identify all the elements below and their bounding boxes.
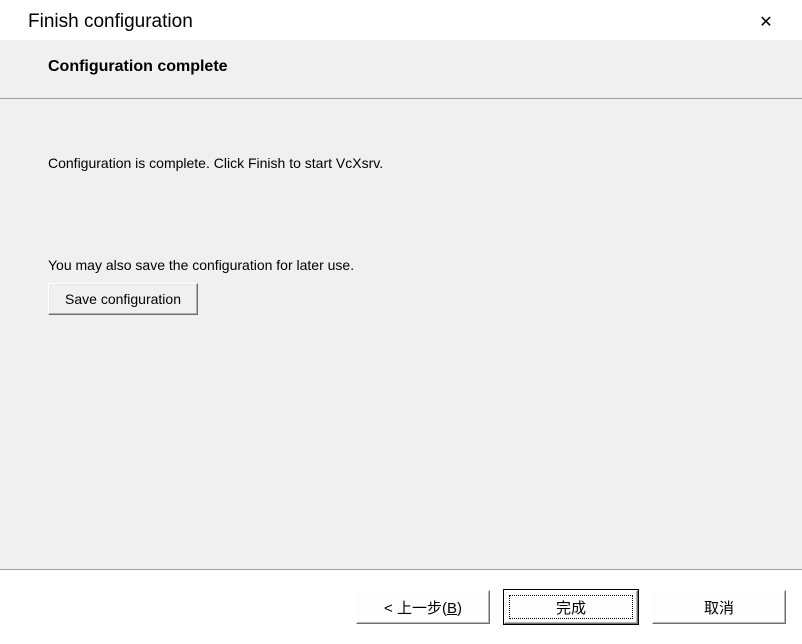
window-title: Finish configuration xyxy=(28,11,193,33)
footer-buttons: < 上一步(B) 完成 取消 xyxy=(0,570,802,644)
titlebar: Finish configuration ✕ xyxy=(0,0,802,40)
wizard-window: Finish configuration ✕ Configuration com… xyxy=(0,0,802,644)
cancel-button-label: 取消 xyxy=(704,597,734,618)
cancel-button[interactable]: 取消 xyxy=(652,590,786,624)
message-save-hint: You may also save the configuration for … xyxy=(48,257,754,273)
finish-button-label: 完成 xyxy=(556,597,586,618)
save-configuration-button[interactable]: Save configuration xyxy=(48,283,198,315)
spacer xyxy=(48,171,754,257)
message-complete: Configuration is complete. Click Finish … xyxy=(48,155,754,171)
back-button[interactable]: < 上一步(B) xyxy=(356,590,490,624)
subheader: Configuration complete xyxy=(0,40,802,99)
content-area: Configuration is complete. Click Finish … xyxy=(0,99,802,569)
subheader-title: Configuration complete xyxy=(48,58,802,76)
back-button-label: < 上一步(B) xyxy=(384,597,462,618)
save-configuration-label: Save configuration xyxy=(65,291,181,307)
close-button[interactable]: ✕ xyxy=(746,8,786,36)
finish-button-focus-ring: 完成 xyxy=(509,595,633,619)
finish-button[interactable]: 完成 xyxy=(504,590,638,624)
close-icon: ✕ xyxy=(759,12,772,32)
